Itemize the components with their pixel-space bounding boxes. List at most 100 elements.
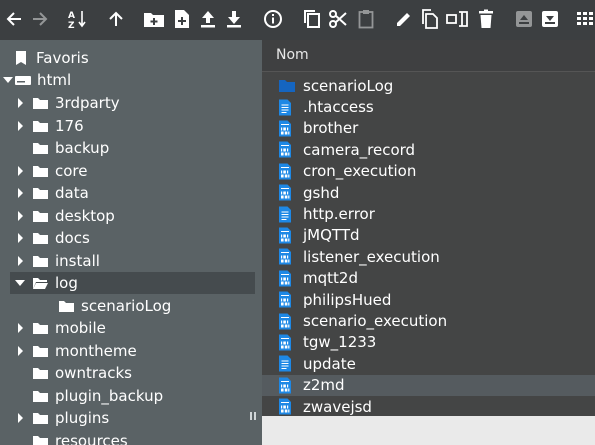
file-row[interactable]: .htaccess [262, 96, 595, 117]
caret-right-icon[interactable] [14, 250, 26, 272]
folder-icon [33, 390, 48, 402]
file-name: update [303, 354, 356, 373]
archive-icon[interactable] [512, 7, 536, 31]
file-name: philipsHued [303, 290, 392, 309]
file-row[interactable]: jMQTTd [262, 225, 595, 246]
info-icon[interactable] [261, 7, 285, 31]
caret-right-icon[interactable] [14, 227, 26, 249]
binary-file-icon [279, 184, 291, 201]
sidebar-item-176[interactable]: 176 [0, 115, 84, 137]
scrollbar-handle[interactable] [250, 412, 256, 420]
file-row[interactable]: cron_execution [262, 161, 595, 182]
sidebar-item-label: owntracks [55, 364, 132, 382]
new-file-icon[interactable] [170, 7, 194, 31]
folder-icon [33, 165, 48, 177]
file-row[interactable]: http.error [262, 203, 595, 224]
folder-icon [33, 345, 48, 357]
bookmark-icon [16, 51, 26, 65]
delete-icon[interactable] [474, 7, 498, 31]
binary-file-icon [279, 313, 291, 330]
folder-icon [59, 300, 74, 312]
sidebar-item-label: 176 [55, 116, 84, 135]
caret-right-icon[interactable] [14, 160, 26, 182]
file-row[interactable]: tgw_1233 [262, 332, 595, 353]
sidebar-item-install[interactable]: install [0, 250, 100, 272]
caret-right-icon[interactable] [14, 317, 26, 339]
column-header-name[interactable]: Nom [262, 40, 595, 72]
binary-file-icon [279, 377, 291, 394]
folder-icon [33, 323, 48, 334]
upload-icon[interactable] [196, 7, 220, 31]
binary-file-icon [279, 141, 291, 158]
extract-icon[interactable] [445, 7, 469, 31]
file-row[interactable]: z2md [262, 374, 595, 396]
file-row[interactable]: camera_record [262, 139, 595, 160]
folder-icon [279, 80, 295, 93]
caret-right-icon[interactable] [14, 182, 26, 204]
caret-right-icon[interactable] [14, 115, 26, 137]
grid-view-icon[interactable] [574, 7, 595, 31]
sidebar-favorites[interactable]: Favoris [14, 47, 89, 69]
back-arrow-icon[interactable] [2, 7, 26, 31]
file-row[interactable]: brother [262, 118, 595, 139]
folder-icon [33, 143, 48, 154]
sidebar-root-html[interactable]: html [2, 69, 71, 91]
file-row[interactable]: gshd [262, 182, 595, 203]
caret-right-icon[interactable] [14, 407, 26, 429]
sidebar-item-label: install [55, 251, 100, 270]
caret-down-icon[interactable] [14, 272, 26, 294]
file-row[interactable]: update [262, 353, 595, 374]
file-row[interactable]: zwavejsd [262, 396, 595, 417]
file-row[interactable]: mqtt2d [262, 268, 595, 289]
sidebar-item-label: mobile [55, 319, 106, 337]
paste-icon[interactable] [354, 7, 378, 31]
caret-spacer [40, 295, 52, 317]
file-row[interactable]: scenarioLog [262, 75, 595, 96]
sidebar-item-resources[interactable]: resources [0, 430, 128, 445]
new-folder-icon[interactable] [142, 7, 166, 31]
sidebar-item-docs[interactable]: docs [0, 227, 90, 249]
folder-open-icon [33, 278, 48, 289]
sidebar-item-desktop[interactable]: desktop [0, 205, 115, 227]
sidebar-item-label: plugins [55, 409, 110, 427]
sidebar-item-plugin-backup[interactable]: plugin_backup [0, 385, 163, 407]
sidebar-item-3rdparty[interactable]: 3rdparty [0, 92, 120, 114]
binary-file-icon [279, 334, 291, 351]
sidebar-item-core[interactable]: core [0, 160, 88, 182]
caret-right-icon[interactable] [14, 205, 26, 227]
sort-az-icon[interactable]: AZ [66, 7, 90, 31]
sidebar-item-montheme[interactable]: montheme [0, 340, 137, 362]
binary-file-icon [279, 270, 291, 287]
sidebar-item-owntracks[interactable]: owntracks [0, 362, 132, 384]
sidebar-item-backup[interactable]: backup [0, 137, 109, 159]
file-row[interactable]: philipsHued [262, 289, 595, 310]
sidebar-item-label: docs [55, 229, 90, 247]
copy-icon[interactable] [300, 7, 324, 31]
caret-spacer [14, 385, 26, 407]
sidebar-item-mobile[interactable]: mobile [0, 317, 106, 339]
sidebar-item-label: data [55, 184, 89, 202]
folder-icon [33, 120, 48, 132]
sidebar-item-label: 3rdparty [55, 94, 120, 112]
rename-icon[interactable] [392, 7, 416, 31]
file-row[interactable]: scenario_execution [262, 310, 595, 331]
sidebar-item-scenariolog[interactable]: scenarioLog [0, 295, 171, 317]
unarchive-icon[interactable] [538, 7, 562, 31]
file-name: tgw_1233 [303, 333, 377, 352]
sidebar-item-plugins[interactable]: plugins [0, 407, 109, 429]
download-icon[interactable] [222, 7, 246, 31]
forward-arrow-icon[interactable] [28, 7, 52, 31]
caret-right-icon[interactable] [14, 340, 26, 362]
caret-right-icon[interactable] [14, 92, 26, 114]
duplicate-icon[interactable] [418, 7, 442, 31]
status-bar [262, 416, 595, 445]
cut-icon[interactable] [326, 7, 350, 31]
parent-folder-icon[interactable] [104, 7, 128, 31]
svg-text:A: A [68, 11, 75, 21]
binary-file-icon [279, 163, 291, 180]
file-name: cron_execution [303, 162, 417, 181]
file-row[interactable]: listener_execution [262, 246, 595, 267]
sidebar-item-log[interactable]: log [10, 272, 255, 294]
sidebar-item-data[interactable]: data [0, 182, 89, 204]
caret-down-icon[interactable] [2, 69, 14, 91]
